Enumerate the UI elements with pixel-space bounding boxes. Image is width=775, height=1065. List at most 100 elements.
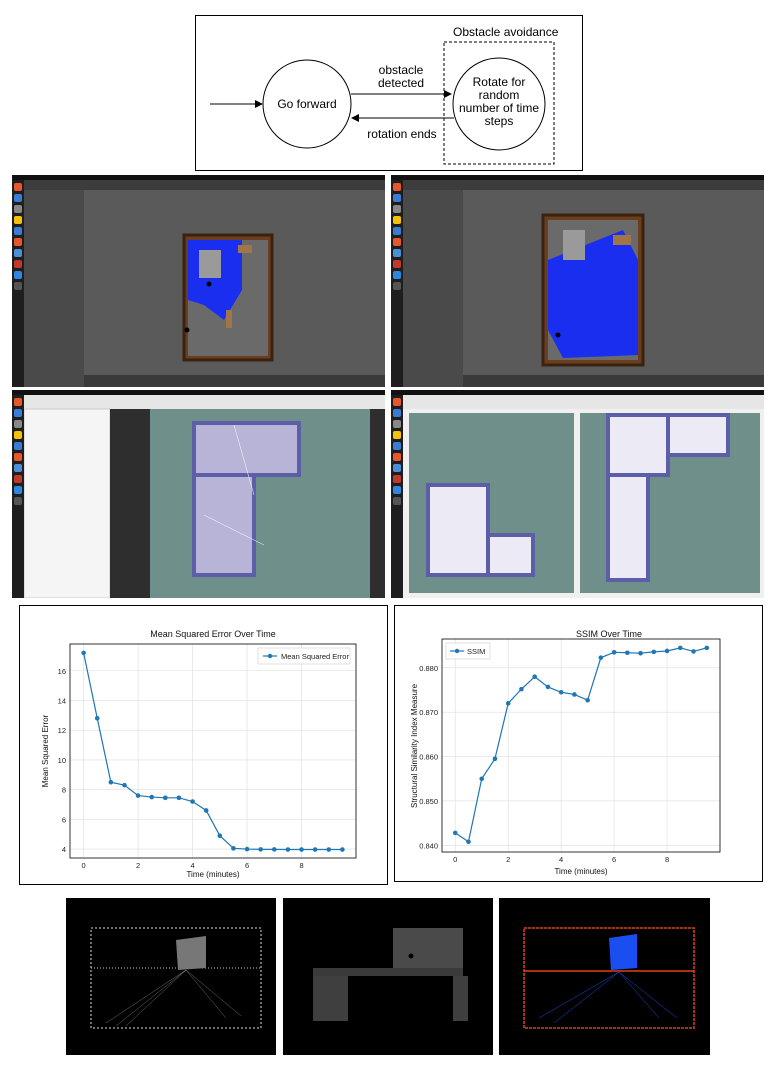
mse-data-point [135, 793, 141, 798]
ssim-chart-title: SSIM Over Time [576, 629, 642, 639]
mse-y-tick-label: 10 [58, 756, 66, 765]
ssim-legend: SSIM [445, 642, 491, 660]
map-image-difference [499, 898, 710, 1055]
mse-y-tick-label: 14 [58, 696, 66, 705]
mse-y-tick-label: 12 [58, 726, 66, 735]
ssim-x-tick-label: 2 [506, 855, 510, 864]
ssim-y-tick-label: 0.860 [419, 753, 438, 762]
mse-data-point [271, 847, 277, 852]
ssim-data-point [598, 655, 604, 660]
ssim-chart: SSIM Over Time 0 2 4 6 8 0.840 0.850 0.860 0.870… [410, 629, 721, 876]
go-forward-label: Go forward [277, 97, 336, 111]
mse-data-point [244, 846, 250, 852]
rotate-label-4: steps [485, 114, 514, 128]
ssim-data-point [558, 689, 564, 695]
mse-data-point [81, 650, 86, 656]
ssim-x-tick-label: 8 [665, 855, 669, 864]
ssim-x-tick-label: 6 [612, 855, 616, 864]
rviz-screenshot-left [12, 390, 385, 598]
rviz-scene-right [403, 395, 764, 593]
mse-y-axis-label: Mean Squared Error [41, 714, 50, 787]
ssim-data-point [611, 650, 617, 655]
ssim-data-point [466, 839, 471, 845]
ssim-data-point [651, 649, 657, 655]
rviz-screenshot-right [391, 390, 764, 598]
obstacle-detected-label-1: obstacle [379, 63, 424, 77]
gazebo-scene-left [24, 180, 385, 387]
ssim-data-point [519, 686, 524, 692]
gazebo-screenshot-right [391, 175, 764, 387]
obstacle-detected-label-2: detected [378, 76, 424, 90]
ssim-data-point [691, 649, 696, 654]
rotate-label-2: random [479, 88, 520, 102]
mse-x-tick-label: 8 [299, 861, 303, 870]
mse-y-tick-label: 4 [62, 845, 66, 854]
obstacle-avoidance-label: Obstacle avoidance [453, 25, 559, 39]
ssim-y-tick-label: 0.880 [419, 664, 438, 673]
mse-legend: Mean Squared Error [257, 647, 351, 665]
ssim-data-point [505, 701, 511, 706]
mse-data-point [108, 779, 114, 785]
mse-y-tick-label: 16 [58, 667, 66, 676]
gazebo-scene-right [403, 180, 764, 387]
mse-data-point [203, 808, 209, 813]
mse-data-point [122, 782, 127, 788]
ssim-data-point [572, 692, 577, 697]
ssim-plot-area [441, 638, 721, 853]
mse-data-point [326, 847, 332, 852]
ssim-data-point [625, 650, 630, 656]
ssim-data-point [677, 645, 683, 651]
mse-x-tick-label: 0 [82, 861, 86, 870]
ssim-y-tick-label: 0.840 [419, 841, 438, 850]
ssim-y-tick-label: 0.870 [419, 708, 438, 717]
mse-x-tick-label: 2 [136, 861, 140, 870]
mse-data-point [163, 795, 168, 801]
flowchart-diagram: Obstacle avoidance Go forward Rotate for… [195, 15, 583, 171]
mse-data-point [299, 847, 304, 852]
ssim-x-axis-label: Time (minutes) [554, 867, 607, 876]
mse-legend-label: Mean Squared Error [281, 652, 349, 661]
mse-data-point [312, 847, 318, 852]
ssim-x-tick-label: 0 [453, 855, 457, 864]
flowchart-svg: Obstacle avoidance Go forward Rotate for… [210, 25, 559, 165]
mse-chart-panel: Mean Squared Error Over Time 0 2 4 6 8 4 6 8 10 1… [19, 605, 388, 885]
ssim-y-axis-label: Structural Similarity Index Measure [410, 683, 419, 808]
ssim-legend-label: SSIM [467, 647, 485, 656]
mse-chart-title: Mean Squared Error Over Time [150, 629, 276, 639]
map-image-ground-truth [66, 898, 276, 1055]
mse-data-point [340, 847, 345, 852]
ssim-data-point [585, 697, 590, 703]
mse-data-point [190, 799, 195, 804]
ssim-data-point [479, 776, 485, 782]
mse-series-line [83, 652, 343, 851]
mse-x-tick-label: 4 [190, 861, 194, 870]
ssim-data-point [638, 650, 643, 656]
mse-plot-area [69, 643, 357, 859]
ssim-data-point [532, 674, 537, 680]
ssim-data-point [492, 756, 498, 762]
mse-data-point [149, 794, 155, 800]
ssim-data-point [704, 645, 710, 651]
gazebo-screenshot-left [12, 175, 385, 387]
rviz-scene-left [24, 395, 385, 598]
mse-data-point [285, 847, 291, 852]
mse-data-point [231, 846, 236, 851]
rotation-ends-label: rotation ends [367, 127, 436, 141]
mse-chart: Mean Squared Error Over Time 0 2 4 6 8 4 6 8 10 1… [41, 629, 357, 879]
ssim-data-point [545, 684, 551, 690]
mse-data-point [217, 833, 223, 839]
mse-data-point [176, 795, 182, 801]
mse-y-tick-label: 6 [62, 815, 66, 824]
rotate-label-3: number of time [459, 101, 539, 115]
mse-x-axis-label: Time (minutes) [186, 870, 239, 879]
mse-data-point [258, 847, 263, 852]
mse-data-point [94, 716, 100, 721]
mse-y-tick-label: 8 [62, 786, 66, 795]
ssim-y-tick-label: 0.850 [419, 797, 438, 806]
ssim-x-tick-label: 4 [559, 855, 563, 864]
ssim-series-line [454, 647, 707, 843]
ssim-chart-panel: SSIM Over Time 0 2 4 6 8 0.840 0.850 0.860 0.870… [394, 605, 763, 882]
mse-x-tick-label: 6 [245, 861, 249, 870]
map-image-generated [283, 898, 493, 1055]
ssim-data-point [452, 830, 458, 836]
